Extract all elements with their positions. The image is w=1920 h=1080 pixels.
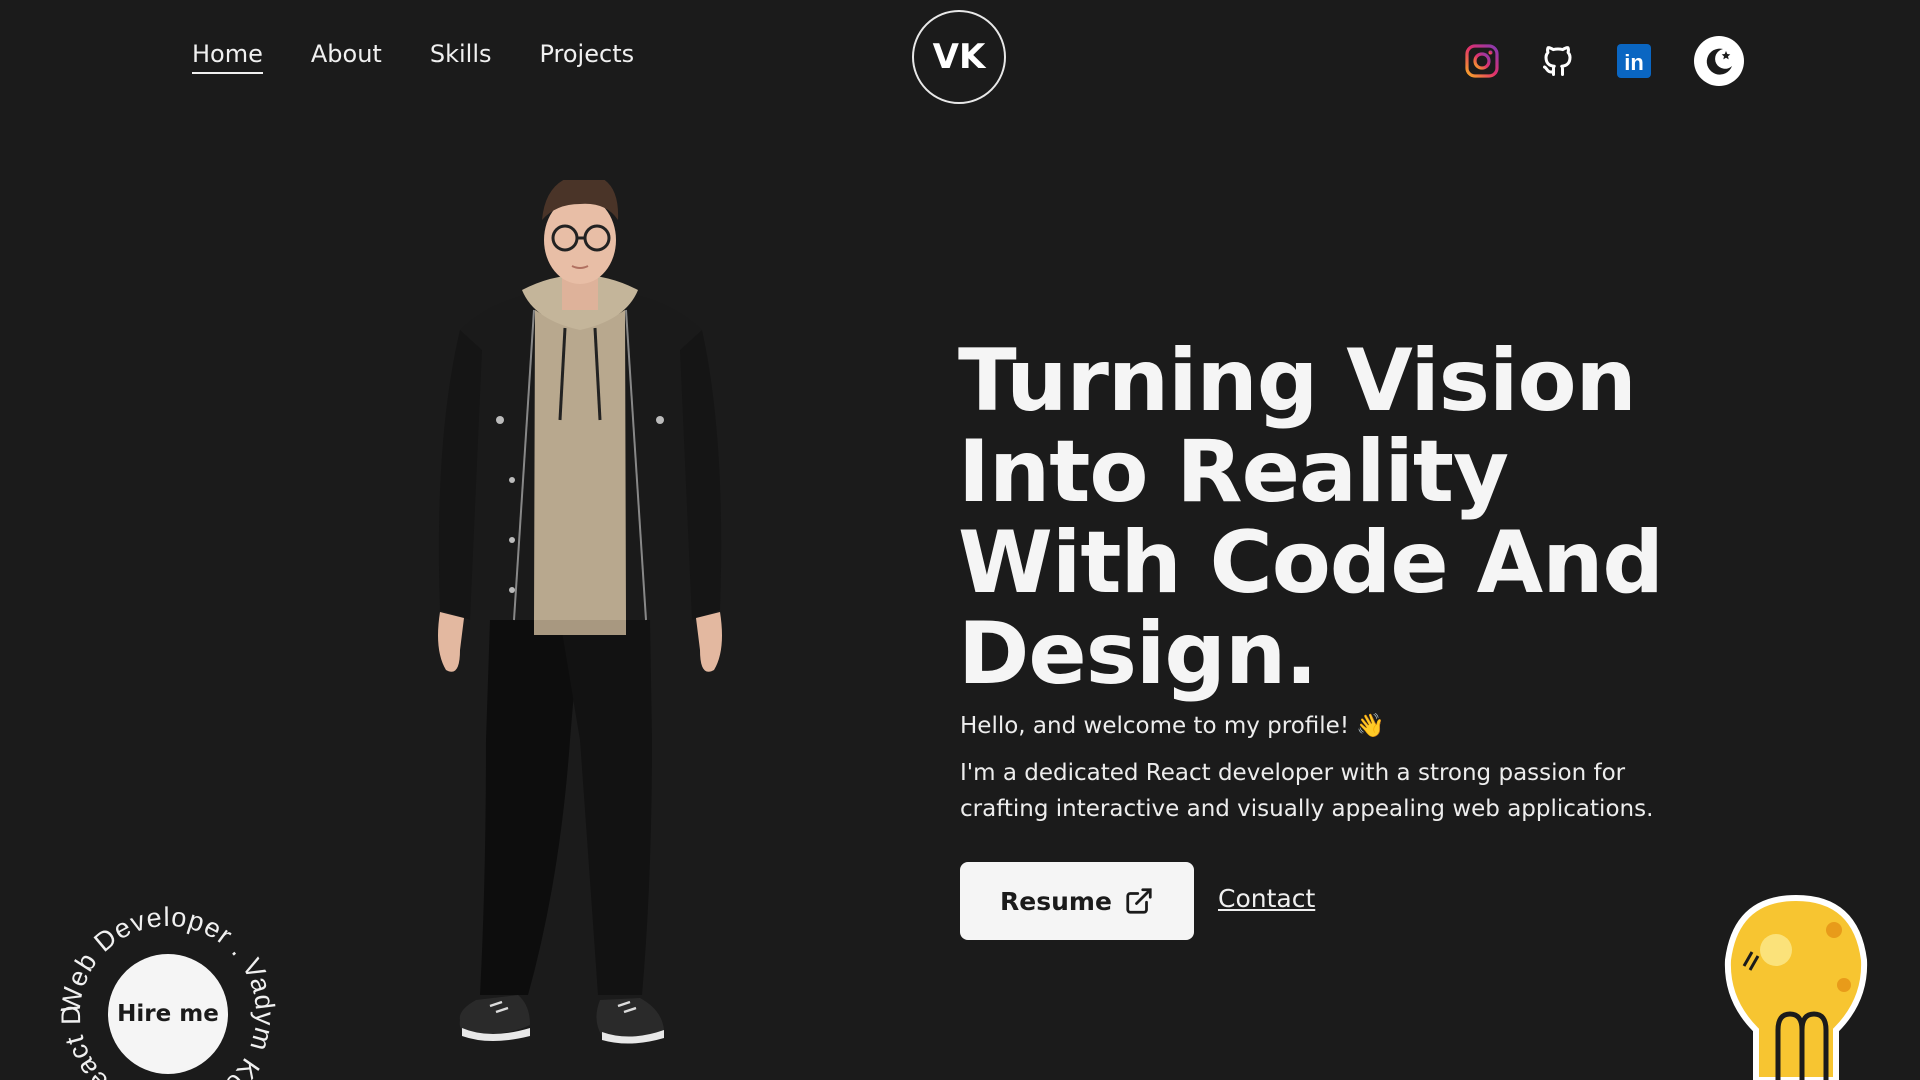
hire-me-badge: Web Developer . Vadym Kobylian . React D…	[58, 904, 278, 1080]
resume-label: Resume	[1000, 886, 1112, 916]
main-nav: Home About Skills Projects	[192, 40, 634, 74]
external-link-icon	[1126, 888, 1152, 914]
instagram-icon[interactable]	[1462, 41, 1502, 81]
portfolio-page: Home About Skills Projects VK in Turning…	[0, 0, 1920, 1080]
intro-text: I'm a dedicated React developer with a s…	[960, 760, 1654, 822]
nav-skills-link[interactable]: Skills	[430, 40, 492, 74]
nav-home-link[interactable]: Home	[192, 40, 263, 74]
lightbulb-icon	[1724, 894, 1868, 1080]
nav-projects-link[interactable]: Projects	[539, 40, 634, 74]
moon-star-icon	[1706, 48, 1732, 75]
github-icon[interactable]	[1538, 41, 1578, 81]
hero-headline: Turning Vision Into Reality With Code An…	[958, 336, 1738, 700]
headline-line-1: Turning Vision	[958, 331, 1637, 431]
vk-logo[interactable]: VK	[912, 10, 1006, 104]
contact-link[interactable]: Contact	[1218, 884, 1315, 913]
hire-me-button[interactable]: Hire me	[108, 954, 228, 1074]
nav-about-link[interactable]: About	[311, 40, 382, 74]
social-links: in	[1462, 36, 1744, 86]
headline-line-2: Into Reality	[958, 422, 1509, 522]
linkedin-glyph: in	[1624, 50, 1644, 75]
resume-button[interactable]: Resume	[960, 862, 1194, 940]
theme-toggle-button[interactable]	[1694, 36, 1744, 86]
greeting-text: Hello, and welcome to my profile! 👋	[960, 713, 1385, 739]
3d-avatar-image	[438, 180, 722, 1044]
headline-line-3: With Code And	[958, 513, 1664, 613]
headline-line-4: Design.	[958, 604, 1318, 704]
linkedin-icon[interactable]: in	[1614, 41, 1654, 81]
